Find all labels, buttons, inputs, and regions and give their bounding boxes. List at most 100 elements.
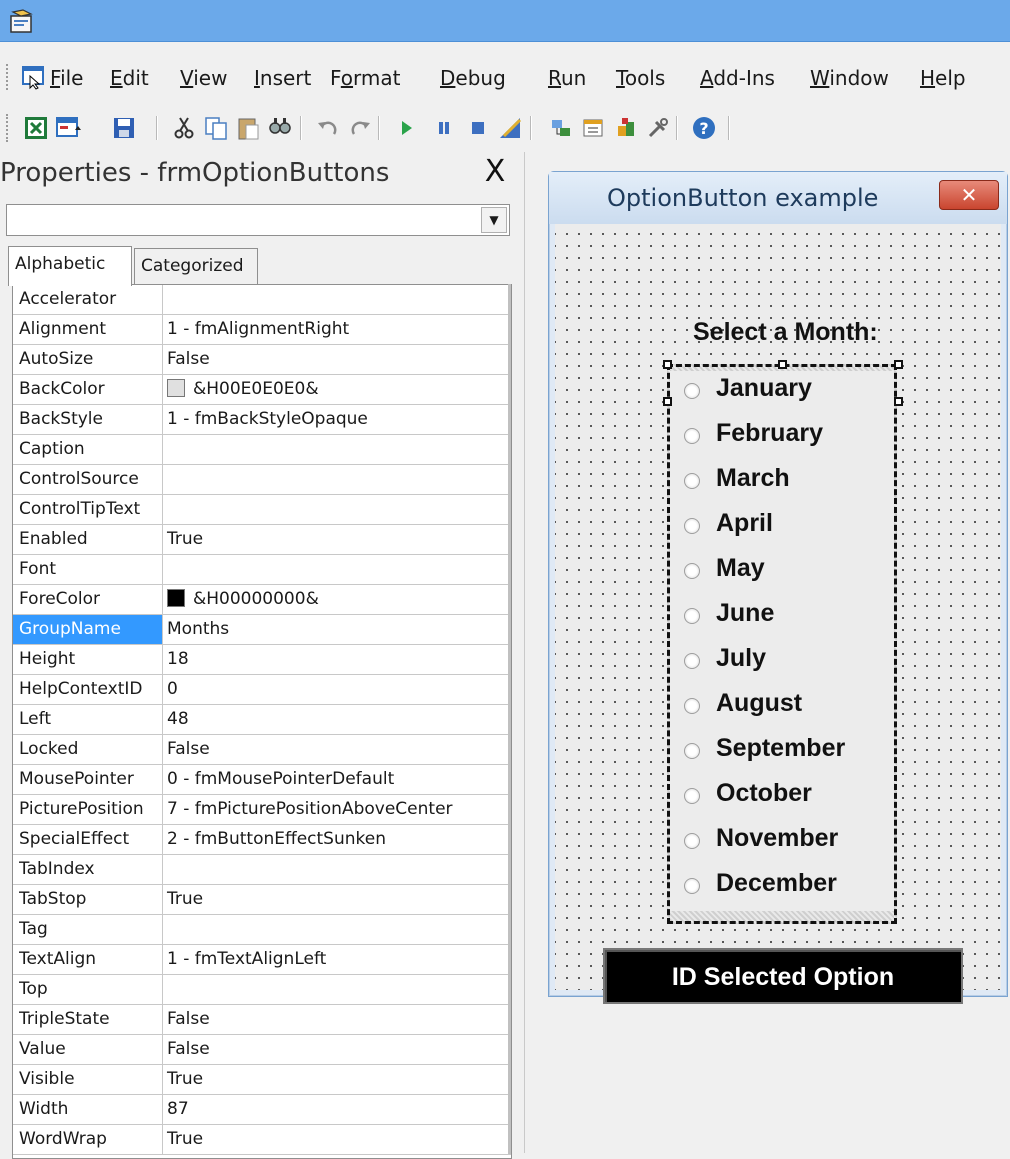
menu-format[interactable]: Format — [330, 66, 401, 90]
menu-run[interactable]: Run — [548, 66, 586, 90]
option-button-december[interactable]: December — [670, 866, 894, 911]
copy-icon[interactable] — [202, 114, 230, 142]
design-mode-icon[interactable] — [496, 114, 524, 142]
property-name[interactable]: Accelerator — [19, 285, 161, 314]
property-row[interactable]: Visible True — [13, 1065, 511, 1095]
property-name[interactable]: SpecialEffect — [19, 825, 161, 854]
menu-insert[interactable]: Insert — [254, 66, 311, 90]
property-row[interactable]: WordWrap True — [13, 1125, 511, 1155]
resize-handle[interactable] — [894, 360, 903, 369]
option-button-november[interactable]: November — [670, 821, 894, 866]
option-button-march[interactable]: March — [670, 461, 894, 506]
pane-splitter[interactable] — [524, 152, 530, 1153]
radio-icon[interactable] — [684, 608, 700, 624]
break-icon[interactable] — [430, 114, 458, 142]
property-row[interactable]: BackStyle 1 - fmBackStyleOpaque — [13, 405, 511, 435]
resize-handle[interactable] — [894, 397, 903, 406]
toolbox-icon[interactable] — [644, 114, 672, 142]
property-name[interactable]: TextAlign — [19, 945, 161, 974]
property-name[interactable]: MousePointer — [19, 765, 161, 794]
property-name[interactable]: Font — [19, 555, 161, 584]
property-row[interactable]: TabIndex — [13, 855, 511, 885]
property-name[interactable]: Caption — [19, 435, 161, 464]
radio-icon[interactable] — [684, 518, 700, 534]
option-button-group[interactable]: January February March April May June July Augu… — [663, 360, 903, 924]
resize-handle[interactable] — [663, 397, 672, 406]
property-row[interactable]: TabStop True — [13, 885, 511, 915]
menu-debug[interactable]: Debug — [440, 66, 506, 90]
tab-alphabetic[interactable]: Alphabetic — [8, 246, 132, 286]
property-value[interactable]: 87 — [167, 1095, 189, 1124]
property-value[interactable]: False — [167, 1035, 210, 1064]
property-name[interactable]: Tag — [19, 915, 161, 944]
properties-close-button[interactable]: X — [480, 157, 510, 189]
project-explorer-icon[interactable] — [548, 114, 576, 142]
userform-window[interactable]: OptionButton example ✕ Select a Month: J… — [548, 171, 1008, 1004]
option-button-september[interactable]: September — [670, 731, 894, 776]
run-icon[interactable] — [392, 114, 420, 142]
view-excel-icon[interactable] — [22, 114, 50, 142]
toolbar-grip[interactable] — [6, 114, 10, 142]
property-grid-scrollbar[interactable] — [508, 284, 511, 1154]
userform-close-button[interactable]: ✕ — [939, 180, 999, 210]
property-row[interactable]: SpecialEffect 2 - fmButtonEffectSunken — [13, 825, 511, 855]
property-value[interactable]: False — [167, 735, 210, 764]
property-name[interactable]: BackColor — [19, 375, 161, 404]
property-name[interactable]: Visible — [19, 1065, 161, 1094]
resize-handle[interactable] — [778, 360, 787, 369]
option-button-may[interactable]: May — [670, 551, 894, 596]
radio-icon[interactable] — [684, 833, 700, 849]
property-row[interactable]: Enabled True — [13, 525, 511, 555]
menu-tools[interactable]: Tools — [616, 66, 665, 90]
property-row[interactable]: Value False — [13, 1035, 511, 1065]
property-name[interactable]: Locked — [19, 735, 161, 764]
userform-canvas[interactable]: Select a Month: January February March Apri… — [555, 224, 1001, 1004]
menu-file[interactable]: File — [50, 66, 83, 90]
help-icon[interactable]: ? — [690, 114, 718, 142]
option-button-january[interactable]: January — [670, 371, 894, 416]
property-name[interactable]: BackStyle — [19, 405, 161, 434]
option-button-july[interactable]: July — [670, 641, 894, 686]
property-value[interactable]: 0 — [167, 675, 178, 704]
property-value[interactable]: True — [167, 1065, 203, 1094]
property-row[interactable]: AutoSize False — [13, 345, 511, 375]
property-row[interactable]: Alignment 1 - fmAlignmentRight — [13, 315, 511, 345]
radio-icon[interactable] — [684, 743, 700, 759]
menu-window[interactable]: Window — [810, 66, 889, 90]
property-name[interactable]: PicturePosition — [19, 795, 161, 824]
option-button-april[interactable]: April — [670, 506, 894, 551]
property-row[interactable]: ControlSource — [13, 465, 511, 495]
property-name[interactable]: WordWrap — [19, 1125, 161, 1154]
reset-icon[interactable] — [464, 114, 492, 142]
undo-icon[interactable] — [314, 114, 342, 142]
insert-userform-icon[interactable] — [54, 114, 82, 142]
chevron-down-icon[interactable]: ▼ — [481, 207, 507, 233]
property-value[interactable]: True — [167, 525, 203, 554]
property-value[interactable]: False — [167, 345, 210, 374]
property-value[interactable]: 1 - fmBackStyleOpaque — [167, 405, 368, 434]
radio-icon[interactable] — [684, 653, 700, 669]
property-name[interactable]: TabStop — [19, 885, 161, 914]
property-name[interactable]: Value — [19, 1035, 161, 1064]
property-value[interactable]: 1 - fmTextAlignLeft — [167, 945, 326, 974]
property-value[interactable]: 2 - fmButtonEffectSunken — [167, 825, 386, 854]
object-selector-dropdown[interactable]: ▼ — [6, 204, 510, 236]
option-button-february[interactable]: February — [670, 416, 894, 461]
property-value[interactable]: 1 - fmAlignmentRight — [167, 315, 349, 344]
property-name[interactable]: ForeColor — [19, 585, 161, 614]
property-name[interactable]: HelpContextID — [19, 675, 161, 704]
property-value[interactable]: 7 - fmPicturePositionAboveCenter — [167, 795, 453, 824]
property-row[interactable]: Font — [13, 555, 511, 585]
property-value[interactable]: True — [167, 885, 203, 914]
cut-icon[interactable] — [170, 114, 198, 142]
property-row[interactable]: Height 18 — [13, 645, 511, 675]
property-value[interactable]: &H00E0E0E0& — [167, 375, 319, 404]
option-button-august[interactable]: August — [670, 686, 894, 731]
menu-edit[interactable]: Edit — [110, 66, 149, 90]
redo-icon[interactable] — [346, 114, 374, 142]
property-value[interactable]: 0 - fmMousePointerDefault — [167, 765, 394, 794]
menubar-grip[interactable] — [6, 64, 10, 90]
property-row[interactable]: Caption — [13, 435, 511, 465]
property-name[interactable]: Height — [19, 645, 161, 674]
property-name[interactable]: Alignment — [19, 315, 161, 344]
